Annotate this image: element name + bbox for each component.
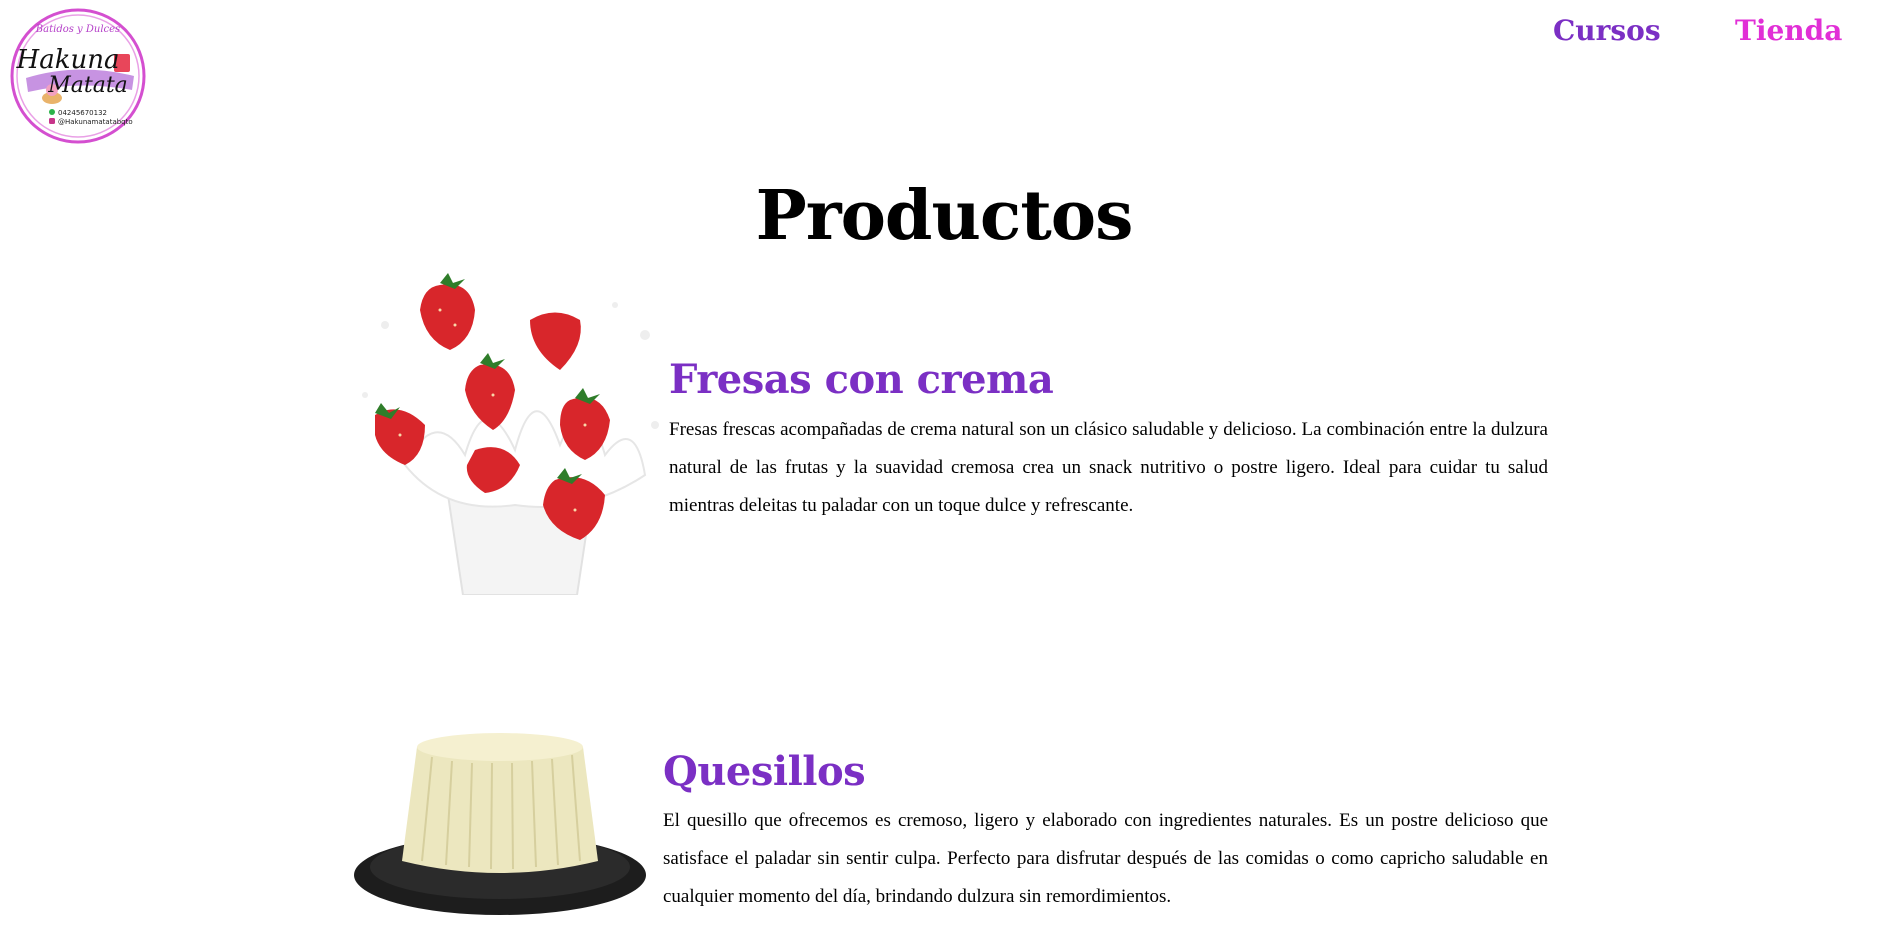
whatsapp-icon xyxy=(49,109,55,115)
logo-top-text: Batidos y Dulces xyxy=(35,24,120,35)
logo-phone: 04245670132 xyxy=(58,109,107,117)
logo-instagram: @Hakunamatatabqto xyxy=(58,118,133,126)
strawberries-cream-image xyxy=(345,265,670,596)
logo[interactable]: Batidos y Dulces Hakuna Matata 042456701… xyxy=(8,6,148,146)
nav-link-cursos[interactable]: Cursos xyxy=(1553,14,1661,47)
nav-link-tienda[interactable]: Tienda xyxy=(1735,14,1842,47)
product-name-fresas: Fresas con crema xyxy=(669,356,1054,403)
instagram-icon xyxy=(49,118,55,124)
quesillo-image xyxy=(352,725,648,920)
product-description-quesillos: El quesillo que ofrecemos es cremoso, li… xyxy=(663,810,1548,907)
product-description-fresas: Fresas frescas acompañadas de crema natu… xyxy=(669,419,1548,516)
logo-name-line2: Matata xyxy=(47,73,128,98)
product-name-quesillos: Quesillos xyxy=(663,748,866,795)
page-title: Productos xyxy=(755,176,1134,256)
logo-name-line1: Hakuna xyxy=(16,45,120,75)
